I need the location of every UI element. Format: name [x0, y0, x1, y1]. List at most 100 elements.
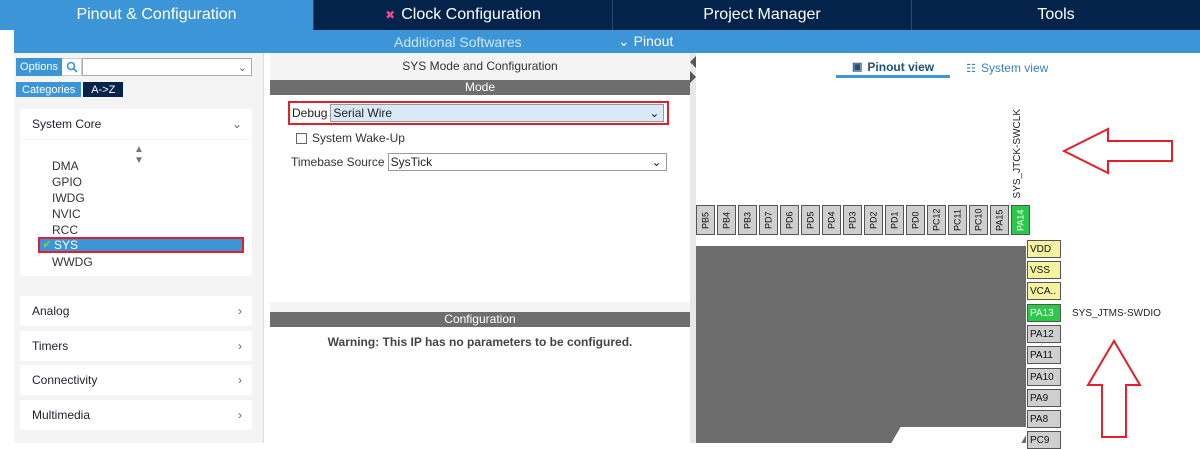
pin-pd5[interactable]: PD5: [801, 205, 820, 235]
red-arrow-up-icon: [1086, 339, 1142, 438]
pin-pa11[interactable]: PA11: [1027, 346, 1061, 364]
options-row: Options ⌄: [16, 58, 252, 76]
group-multimedia[interactable]: Multimedia ›: [20, 400, 252, 430]
pin-pd7[interactable]: PD7: [759, 205, 778, 235]
chip-highlight: [891, 427, 1031, 443]
az-tab[interactable]: A->Z: [83, 82, 124, 97]
chevron-down-icon: ⌄: [231, 117, 242, 131]
tab-label: Tools: [1037, 6, 1075, 23]
chevron-down-icon: ⌄: [651, 155, 662, 169]
ip-item-label: SYS: [54, 238, 79, 252]
swclk-signal-label: SYS_JTCK-SWCLK: [1012, 109, 1023, 199]
tab-label: Clock Configuration: [401, 6, 541, 23]
pin-pc11[interactable]: PC11: [948, 205, 967, 235]
group-analog[interactable]: Analog ›: [20, 296, 252, 326]
pin-vcap[interactable]: VCA..: [1027, 282, 1061, 300]
pin-pa9[interactable]: PA9: [1027, 389, 1061, 407]
tab-label: System view: [980, 61, 1049, 75]
sort-icon[interactable]: ▲ ▼: [134, 144, 144, 166]
pin-pb4[interactable]: PB4: [717, 205, 736, 235]
group-timers[interactable]: Timers ›: [20, 331, 252, 361]
options-button[interactable]: Options: [16, 58, 62, 76]
tab-label: Pinout view: [867, 59, 935, 74]
pin-pa12[interactable]: PA12: [1027, 325, 1061, 343]
debug-row: Debug Serial Wire ⌄: [288, 101, 669, 125]
debug-select-value: Serial Wire: [333, 106, 393, 120]
additional-softwares-link[interactable]: Additional Softwares: [394, 34, 522, 50]
pin-pa14[interactable]: PA14: [1011, 205, 1030, 235]
tab-project-manager[interactable]: Project Manager: [613, 0, 912, 30]
pin-pc12[interactable]: PC12: [927, 205, 946, 235]
pin-pd1[interactable]: PD1: [885, 205, 904, 235]
chevron-right-icon: ›: [238, 373, 242, 387]
sort-tabs: Categories A->Z: [16, 82, 124, 97]
timebase-row: Timebase Source SysTick ⌄: [291, 153, 667, 171]
group-system-core[interactable]: System Core ⌄: [20, 109, 252, 139]
tab-pinout-configuration[interactable]: Pinout & Configuration: [0, 0, 314, 30]
sub-bar: Additional Softwares ⌄ Pinout: [0, 30, 1200, 53]
pin-pb3[interactable]: PB3: [738, 205, 757, 235]
mode-body: [270, 95, 690, 302]
tab-label: Pinout & Configuration: [76, 6, 237, 23]
timebase-select[interactable]: SysTick ⌄: [387, 153, 667, 171]
timebase-label: Timebase Source: [291, 155, 385, 169]
sub-bar-inner: Additional Softwares ⌄ Pinout: [14, 30, 1200, 53]
pin-pd6[interactable]: PD6: [780, 205, 799, 235]
swdio-signal-label: SYS_JTMS-SWDIO: [1072, 308, 1161, 319]
red-arrow-left-icon: [1062, 127, 1173, 175]
categories-tab[interactable]: Categories: [16, 82, 82, 97]
ip-item-sys[interactable]: ✔ SYS: [38, 237, 244, 253]
chevron-right-icon: ›: [238, 339, 242, 353]
search-input[interactable]: ⌄: [82, 58, 252, 76]
system-wakeup-label: System Wake-Up: [312, 131, 405, 145]
warning-dot-icon: ✖: [385, 8, 396, 22]
tab-clock-configuration[interactable]: ✖ Clock Configuration: [314, 0, 613, 30]
pin-pd3[interactable]: PD3: [843, 205, 862, 235]
debug-label: Debug: [292, 106, 328, 120]
tab-label: Project Manager: [703, 6, 821, 23]
group-connectivity[interactable]: Connectivity ›: [20, 365, 252, 395]
ip-item-wwdg[interactable]: WWDG: [52, 254, 93, 270]
ip-item-iwdg[interactable]: IWDG: [52, 190, 85, 206]
tab-tools[interactable]: Tools: [912, 0, 1200, 30]
configuration-header: Configuration: [270, 312, 690, 327]
ip-item-dma[interactable]: DMA: [52, 158, 79, 174]
check-icon: ✔: [42, 239, 52, 251]
chevron-down-icon: ⌄: [237, 61, 247, 74]
group-label: System Core: [32, 117, 102, 131]
tab-pinout-view[interactable]: ▣ Pinout view: [836, 58, 951, 78]
system-core-list: ▲ ▼ DMA GPIO IWDG NVIC RCC ✔ SYS WWDG: [20, 140, 252, 276]
mode-header: Mode: [270, 80, 690, 95]
view-tabs: ▣ Pinout view ☷ System view: [836, 58, 1064, 78]
system-wakeup-checkbox[interactable]: [296, 132, 307, 144]
ip-item-nvic[interactable]: NVIC: [52, 206, 81, 222]
pin-vdd[interactable]: VDD: [1027, 240, 1061, 258]
pin-pc9[interactable]: PC9: [1027, 431, 1061, 449]
pin-pa10[interactable]: PA10: [1027, 368, 1061, 386]
pinout-menu[interactable]: ⌄ Pinout: [618, 33, 673, 50]
pinout-label: Pinout: [633, 33, 674, 49]
left-edge-strip: [0, 53, 14, 443]
tab-system-view[interactable]: ☷ System view: [950, 58, 1064, 78]
chevron-down-icon: ⌄: [618, 33, 630, 49]
pin-pd4[interactable]: PD4: [822, 205, 841, 235]
system-wakeup-row: System Wake-Up: [296, 131, 405, 145]
chip-icon: ▣: [852, 61, 863, 73]
group-label: Connectivity: [32, 373, 98, 387]
search-icon[interactable]: [62, 58, 82, 76]
pin-pb5[interactable]: PB5: [696, 205, 715, 235]
timebase-select-value: SysTick: [390, 155, 433, 169]
pin-pa13[interactable]: PA13: [1027, 304, 1061, 322]
mode-config-panel: SYS Mode and Configuration Mode Debug Se…: [270, 53, 690, 443]
pin-pd2[interactable]: PD2: [864, 205, 883, 235]
debug-select[interactable]: Serial Wire ⌄: [330, 104, 665, 122]
chevron-right-icon: ›: [238, 304, 242, 318]
ip-item-gpio[interactable]: GPIO: [52, 174, 82, 190]
pin-pa8[interactable]: PA8: [1027, 410, 1061, 428]
pin-pc10[interactable]: PC10: [969, 205, 988, 235]
panel-title: SYS Mode and Configuration: [402, 59, 558, 73]
ip-item-rcc[interactable]: RCC: [52, 222, 78, 238]
pin-vss[interactable]: VSS: [1027, 261, 1061, 279]
pin-pa15[interactable]: PA15: [990, 205, 1009, 235]
pin-pd0[interactable]: PD0: [906, 205, 925, 235]
